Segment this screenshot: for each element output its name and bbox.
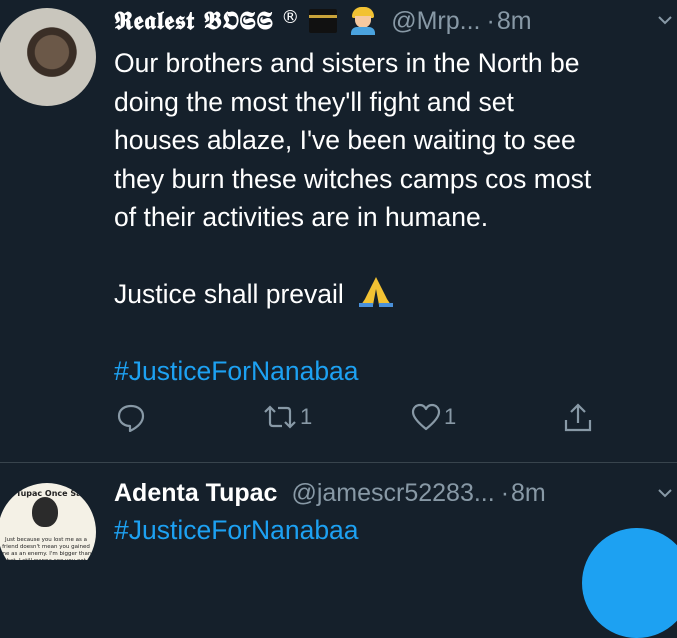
folded-hands-emoji-icon [359, 277, 394, 307]
tweet-text-line: houses ablaze, I've been waiting to see [114, 125, 576, 155]
justice-text: Justice shall prevail [114, 279, 344, 309]
tweet-actions: 1 1 [114, 402, 634, 438]
separator-dot: · [500, 479, 510, 507]
heart-icon [411, 403, 441, 431]
reply-button[interactable] [116, 402, 146, 432]
share-button[interactable] [562, 402, 594, 434]
avatar[interactable]: Tupac Once Said Just because you lost me… [0, 483, 96, 560]
portrait-icon [32, 497, 58, 527]
like-button[interactable]: 1 [410, 402, 456, 432]
share-icon [564, 403, 592, 432]
separator-dot: · [486, 6, 495, 35]
tweet-time[interactable]: 8m [511, 479, 546, 508]
construction-worker-emoji-icon [349, 7, 377, 35]
kaaba-emoji-icon [309, 9, 338, 33]
tweet-text-line: Justice shall prevail [114, 275, 674, 314]
chevron-down-icon[interactable] [657, 12, 673, 28]
tweet-text-line: they burn these witches camps cos most [114, 163, 592, 194]
retweet-button[interactable]: 1 [262, 402, 312, 432]
retweet-icon [264, 405, 296, 429]
reply-icon [117, 404, 145, 432]
compose-tweet-button[interactable] [582, 528, 677, 638]
avatar[interactable] [0, 8, 96, 106]
hashtag-link[interactable]: #JusticeForNanabaa [114, 515, 359, 546]
avatar-quote: Just because you lost me as a friend doe… [0, 537, 92, 560]
tweet-text-line: Our brothers and sisters in the North be [114, 48, 580, 78]
tweet-text: Our brothers and sisters in the North be… [114, 44, 674, 391]
tweet-time[interactable]: 8m [497, 7, 532, 36]
avatar-title: Tupac Once Said [16, 489, 91, 498]
like-count: 1 [444, 404, 457, 429]
tweet-text-line: doing the most they'll fight and set [114, 86, 514, 117]
tweet[interactable]: 𝕽𝖊𝖆𝖑𝖊𝖘𝖙 𝕭𝕺𝕾𝕾 ® @Mrp... · 8m Our brothers… [0, 0, 677, 463]
retweet-count: 1 [300, 404, 313, 429]
tweet[interactable]: Tupac Once Said Just because you lost me… [0, 463, 677, 560]
author-name[interactable]: 𝕽𝖊𝖆𝖑𝖊𝖘𝖙 𝕭𝕺𝕾𝕾 [114, 6, 273, 36]
author-handle[interactable]: @jamescr52283... [291, 479, 494, 508]
hashtag-link[interactable]: #JusticeForNanabaa [114, 352, 674, 391]
author-name[interactable]: Adenta Tupac [114, 479, 277, 508]
tweet-header: 𝕽𝖊𝖆𝖑𝖊𝖘𝖙 𝕭𝕺𝕾𝕾 ® @Mrp... · 8m [114, 6, 532, 36]
chevron-down-icon[interactable] [657, 485, 673, 501]
tweet-header: Adenta Tupac @jamescr52283... · 8m [114, 479, 546, 508]
registered-mark: ® [281, 6, 300, 28]
author-handle[interactable]: @Mrp... [391, 7, 480, 36]
tweet-text-line: of their activities are in humane. [114, 202, 489, 232]
